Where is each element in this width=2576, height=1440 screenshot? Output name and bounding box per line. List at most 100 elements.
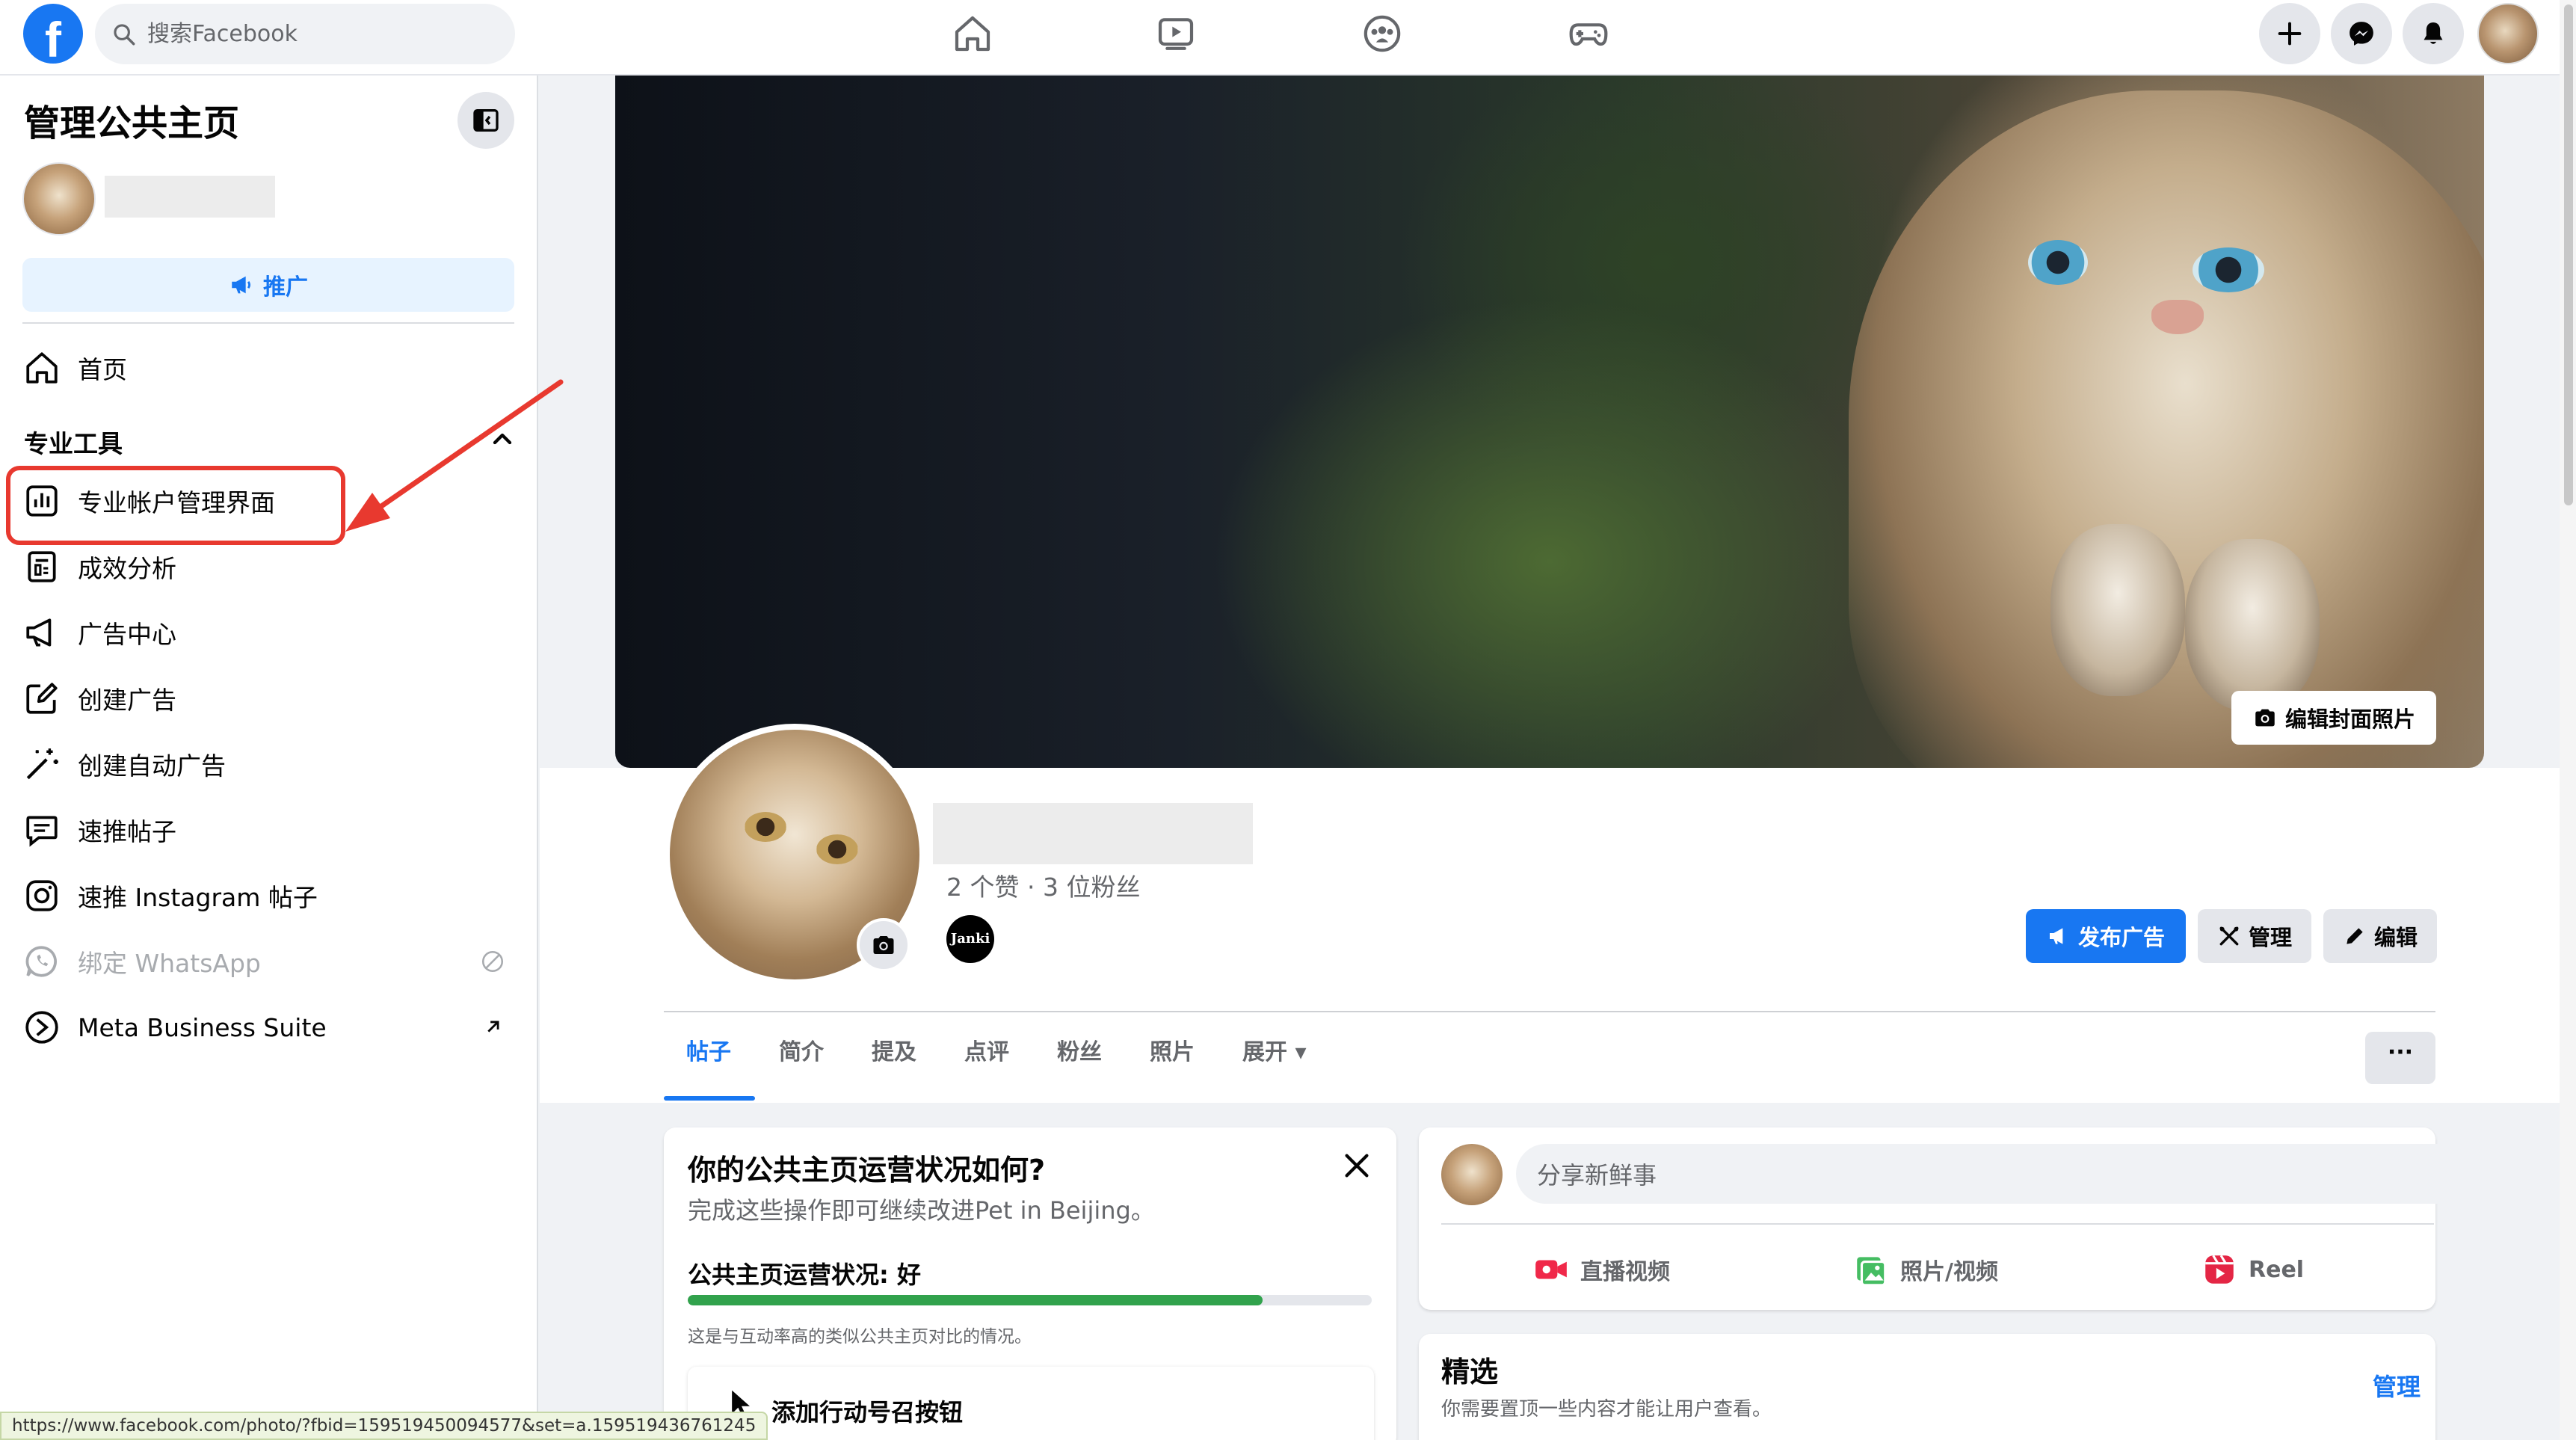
page-name-redacted: [105, 176, 275, 218]
camera-icon: [873, 936, 894, 954]
search-box[interactable]: [95, 4, 515, 64]
groups-icon[interactable]: [1356, 11, 1408, 56]
boost-post-icon: [22, 810, 61, 849]
sidebar-item-create-automated-ad[interactable]: 创建自动广告: [22, 738, 516, 790]
tab-more[interactable]: 展开 ▾: [1242, 1033, 1307, 1066]
promote-label: 推广: [263, 274, 308, 301]
sidebar-title: 管理公共主页: [24, 102, 240, 144]
page-avatar[interactable]: [22, 162, 96, 236]
follower-avatar[interactable]: Janki: [946, 915, 994, 963]
tab-mentions[interactable]: 提及: [872, 1033, 916, 1066]
account-avatar[interactable]: [2477, 3, 2539, 64]
post-composer-card: 分享新鲜事 直播视频 照片/视频 Reel: [1419, 1127, 2507, 1310]
red-arrow-annotation: [345, 379, 564, 532]
sidebar-item-create-ad[interactable]: 创建广告: [22, 672, 516, 724]
sidebar-item-link-whatsapp[interactable]: 绑定 WhatsApp: [22, 935, 516, 988]
tab-about[interactable]: 简介: [779, 1033, 824, 1066]
cover-photo[interactable]: [615, 76, 2484, 768]
search-input[interactable]: [147, 21, 491, 47]
promote-button[interactable]: 推广: [22, 258, 514, 312]
kitten-nose: [2151, 300, 2204, 334]
tab-posts[interactable]: 帖子: [686, 1033, 731, 1066]
magic-wand-icon: [22, 745, 61, 784]
health-progress-fill: [688, 1295, 1263, 1305]
tab-reviews[interactable]: 点评: [964, 1033, 1009, 1066]
create-button[interactable]: [2259, 3, 2320, 64]
sidebar-item-meta-business-suite[interactable]: Meta Business Suite: [22, 1001, 516, 1053]
photo-video-button[interactable]: 照片/视频: [1852, 1247, 1998, 1292]
sidebar-item-label: 绑定 WhatsApp: [78, 949, 261, 978]
manage-label: 管理: [2248, 925, 2292, 950]
task-label: 添加行动号召按钮: [771, 1398, 964, 1427]
highlight-annotation-box: [6, 466, 345, 545]
section-professional-tools: 专业工具: [24, 429, 123, 458]
advertise-button[interactable]: 发布广告: [2026, 909, 2186, 963]
kitten-eye-left: [2028, 240, 2088, 285]
gaming-icon[interactable]: [1562, 11, 1615, 56]
sidebar-item-insights[interactable]: 成效分析: [22, 541, 516, 593]
megaphone-icon: [2049, 928, 2063, 944]
featured-manage-link[interactable]: 管理: [2373, 1368, 2421, 1403]
edit-page-button[interactable]: 编辑: [2323, 909, 2437, 963]
insights-icon: [22, 547, 61, 586]
likes-followers-count[interactable]: 2 个赞 · 3 位粉丝: [946, 867, 1140, 903]
health-status: 公共主页运营状况: 好: [688, 1261, 921, 1289]
manage-page-sidebar: 管理公共主页 推广 首页 专业工具 专业帐户管理界面 成效分析 广告中心 创建广…: [0, 76, 564, 1440]
live-video-label: 直播视频: [1580, 1259, 1670, 1285]
composer-divider: [1441, 1223, 2434, 1225]
instagram-icon: [22, 876, 61, 915]
sidebar-item-label: 创建自动广告: [78, 751, 226, 781]
featured-card: 精选 你需要置顶一些内容才能让用户查看。 管理: [1419, 1334, 2435, 1440]
profile-cat-eye-left: [745, 812, 786, 842]
tools-icon: [2219, 926, 2239, 946]
tab-photos[interactable]: 照片: [1150, 1033, 1195, 1066]
page-health-card: 你的公共主页运营状况如何? 完成这些操作即可继续改进Pet in Beijing…: [664, 1127, 1396, 1440]
active-tab-indicator: [664, 1096, 755, 1101]
notifications-button[interactable]: [2403, 3, 2464, 64]
tab-followers[interactable]: 粉丝: [1057, 1033, 1102, 1066]
messenger-icon: [2349, 22, 2373, 46]
camera-icon: [2255, 709, 2275, 727]
reel-button[interactable]: Reel: [2201, 1247, 2304, 1292]
live-video-icon: [1535, 1260, 1567, 1279]
kitten-paw-left: [2050, 524, 2185, 696]
watch-icon[interactable]: [1150, 11, 1202, 56]
tabs-divider: [664, 1011, 2435, 1012]
edit-cover-photo-button[interactable]: 编辑封面照片: [2231, 691, 2436, 745]
health-progress-bar: [688, 1295, 1372, 1305]
sidebar-item-label: 广告中心: [78, 620, 176, 649]
home-icon[interactable]: [946, 11, 999, 56]
health-note: 这是与互动率高的类似公共主页对比的情况。: [688, 1327, 1032, 1347]
sidebar-item-boost-post[interactable]: 速推帖子: [22, 804, 516, 856]
edit-label: 编辑: [2373, 925, 2418, 950]
browser-status-url: https://www.facebook.com/photo/?fbid=159…: [0, 1412, 768, 1440]
update-profile-picture-button[interactable]: [857, 918, 910, 972]
photo-icon: [1857, 1257, 1887, 1287]
meta-business-icon: [22, 1008, 61, 1047]
messenger-button[interactable]: [2331, 3, 2392, 64]
advertise-label: 发布广告: [2077, 925, 2165, 950]
manage-button[interactable]: 管理: [2198, 909, 2311, 963]
bell-icon: [2424, 22, 2443, 44]
edit-cover-label: 编辑封面照片: [2284, 707, 2415, 732]
page-scrollbar-thumb[interactable]: [2564, 4, 2573, 505]
sidebar-item-ad-center[interactable]: 广告中心: [22, 606, 516, 659]
external-link-icon: [487, 1021, 499, 1033]
kitten-eye-right: [2193, 247, 2264, 292]
collapse-sidebar-button[interactable]: [457, 92, 514, 149]
close-icon[interactable]: [1340, 1148, 1374, 1183]
more-options-button[interactable]: ···: [2365, 1032, 2435, 1084]
sidebar-item-label: 创建广告: [78, 686, 176, 715]
whatsapp-icon: [22, 942, 61, 981]
sidebar-divider: [22, 322, 514, 324]
sidebar-toggle-icon: [473, 109, 499, 132]
sidebar-item-boost-instagram[interactable]: 速推 Instagram 帖子: [22, 870, 516, 922]
live-video-button[interactable]: 直播视频: [1532, 1247, 1670, 1292]
facebook-logo[interactable]: f: [23, 4, 83, 64]
featured-subtitle: 你需要置顶一些内容才能让用户查看。: [1441, 1398, 1772, 1421]
composer-input[interactable]: 分享新鲜事: [1516, 1144, 2507, 1204]
add-cta-task-card[interactable]: 添加行动号召按钮: [688, 1367, 1374, 1440]
health-card-subtitle: 完成这些操作即可继续改进Pet in Beijing。: [688, 1196, 1155, 1225]
home-icon: [22, 348, 61, 387]
sidebar-item-label: 速推 Instagram 帖子: [78, 883, 318, 912]
